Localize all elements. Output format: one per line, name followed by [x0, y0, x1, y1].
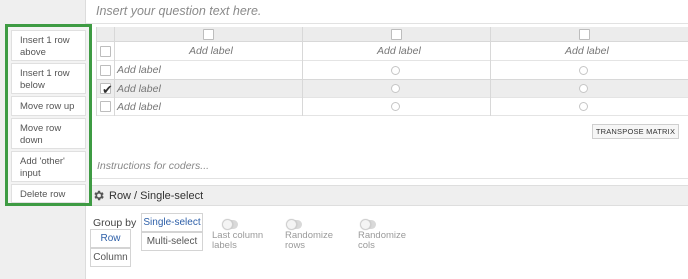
multi-select-button[interactable]: Multi-select	[141, 232, 203, 251]
menu-item-insert-row-above[interactable]: Insert 1 row above	[11, 30, 86, 61]
grid-line	[302, 27, 303, 116]
row-label-input[interactable]: Add label	[117, 83, 161, 95]
matrix-row-selected: ✔ Add label	[96, 80, 688, 98]
row-select-checkbox[interactable]: ✔	[100, 82, 113, 97]
matrix-radio[interactable]	[579, 66, 588, 75]
group-by-label: Group by	[93, 217, 137, 229]
menu-item-insert-row-below[interactable]: Insert 1 row below	[11, 63, 86, 94]
column-label-input[interactable]: Add label	[565, 45, 609, 57]
checkmark-icon: ✔	[102, 82, 113, 97]
group-by-row-button[interactable]: Row	[90, 229, 131, 248]
row-label-input[interactable]: Add label	[117, 64, 161, 76]
matrix-radio[interactable]	[391, 102, 400, 111]
matrix-header-row	[96, 27, 688, 42]
select-all-checkbox[interactable]	[100, 46, 111, 57]
divider	[86, 178, 688, 179]
row-select-checkbox[interactable]	[100, 65, 111, 76]
row-label-input[interactable]: Add label	[117, 101, 161, 113]
grid-line	[114, 27, 115, 116]
randomize-cols-toggle[interactable]	[360, 219, 376, 230]
divider	[86, 23, 688, 24]
matrix-row: Add label	[96, 98, 688, 116]
toggle-knob	[286, 219, 297, 230]
transpose-matrix-button[interactable]: TRANSPOSE MATRIX	[592, 124, 679, 139]
last-column-labels-toggle[interactable]	[222, 219, 238, 230]
column-select-checkbox[interactable]	[579, 29, 590, 40]
section-title: Row / Single-select	[109, 190, 204, 202]
menu-item-move-row-down[interactable]: Move row down	[11, 118, 86, 149]
grid-line	[96, 27, 97, 116]
column-select-checkbox[interactable]	[391, 29, 402, 40]
menu-item-add-other-input[interactable]: Add 'other' input	[11, 151, 86, 182]
settings-section-bar[interactable]: Row / Single-select	[86, 185, 688, 206]
toggle-knob	[222, 219, 233, 230]
matrix-radio[interactable]	[579, 102, 588, 111]
group-by-column-button[interactable]: Column	[90, 248, 131, 267]
question-text-field[interactable]: Insert your question text here.	[96, 4, 261, 18]
column-label-input[interactable]: Add label	[189, 45, 233, 57]
randomize-rows-toggle[interactable]	[286, 219, 302, 230]
toggle-label: Last column labels	[212, 230, 264, 251]
single-select-button[interactable]: Single-select	[141, 213, 203, 232]
gear-icon	[94, 190, 104, 201]
column-label-input[interactable]: Add label	[377, 45, 421, 57]
matrix-row: Add label	[96, 61, 688, 80]
menu-item-move-row-up[interactable]: Move row up	[11, 96, 86, 116]
toggle-label: Randomize rows	[285, 230, 334, 251]
grid-line	[490, 27, 491, 116]
toggle-knob	[360, 219, 371, 230]
instructions-field[interactable]: Instructions for coders...	[97, 160, 209, 172]
matrix-radio[interactable]	[579, 84, 588, 93]
toggle-label: Randomize cols	[358, 230, 407, 251]
matrix-radio[interactable]	[391, 84, 400, 93]
row-context-menu: Insert 1 row above Insert 1 row below Mo…	[5, 24, 92, 206]
matrix-label-row: Add label Add label Add label	[96, 42, 688, 61]
menu-item-delete-row[interactable]: Delete row	[11, 184, 86, 203]
column-select-checkbox[interactable]	[203, 29, 214, 40]
matrix-radio[interactable]	[391, 66, 400, 75]
row-select-checkbox[interactable]	[100, 101, 111, 112]
